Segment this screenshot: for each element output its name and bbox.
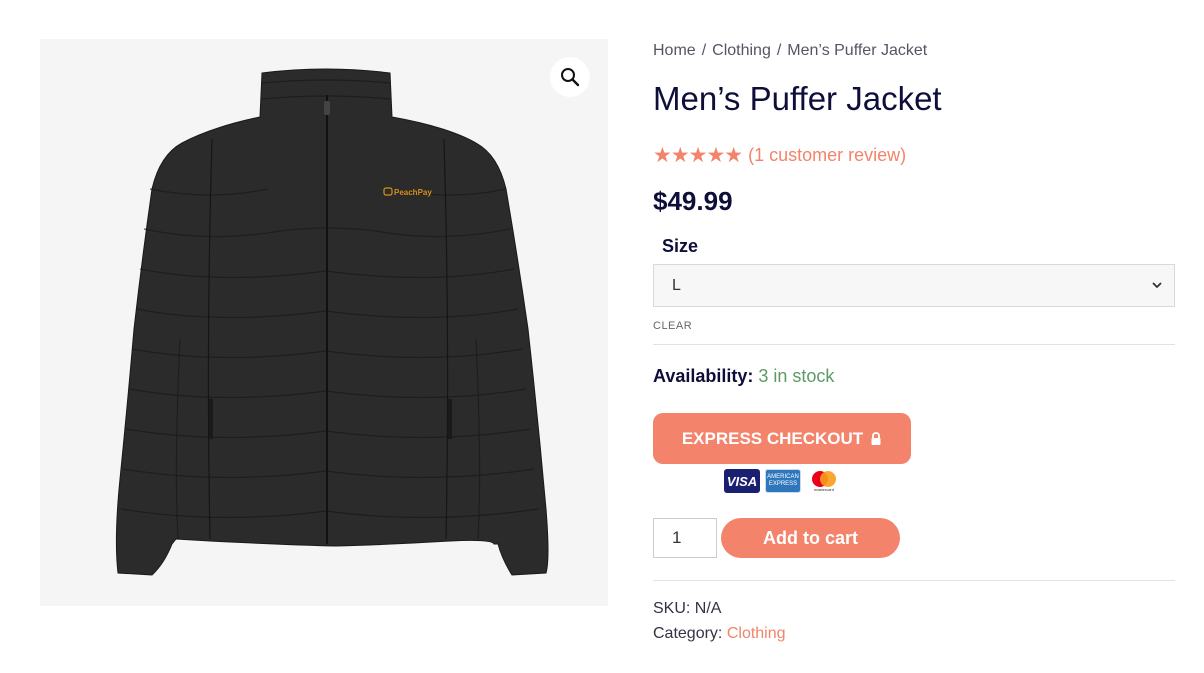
product-category: Category: Clothing — [653, 625, 786, 643]
chevron-down-icon — [1152, 282, 1162, 289]
divider — [653, 344, 1175, 345]
mastercard-icon: mastercard — [806, 469, 842, 493]
sku-value: N/A — [694, 600, 722, 617]
size-select[interactable]: L — [653, 264, 1175, 307]
product-gallery: PeachPay — [40, 39, 608, 606]
product-title: Men’s Puffer Jacket — [653, 80, 942, 117]
quantity-value: 1 — [672, 528, 682, 547]
size-selected-value: L — [672, 276, 681, 294]
sku-label: SKU: — [653, 600, 691, 617]
availability-label: Availability: — [653, 366, 754, 386]
review-link[interactable]: (1 customer review) — [748, 145, 906, 166]
breadcrumb-current: Men’s Puffer Jacket — [787, 42, 928, 59]
breadcrumb-clothing[interactable]: Clothing — [712, 42, 771, 59]
clear-variation-link[interactable]: CLEAR — [653, 320, 692, 332]
star-rating-icon: ★★★★★ — [653, 144, 743, 167]
quantity-input[interactable]: 1 — [653, 518, 717, 558]
magnifier-icon — [561, 68, 580, 87]
express-checkout-label: EXPRESS CHECKOUT — [681, 428, 864, 448]
amex-card-icon: AMERICAN EXPRESS — [765, 469, 801, 493]
product-image[interactable]: PeachPay — [40, 39, 608, 606]
breadcrumb-home[interactable]: Home — [653, 42, 696, 59]
stock-status: 3 in stock — [758, 366, 835, 386]
breadcrumb: Home / Clothing / Men’s Puffer Jacket — [653, 42, 927, 60]
visa-card-icon: VISA — [724, 469, 760, 493]
zoom-button[interactable] — [550, 57, 590, 97]
lock-icon — [871, 431, 881, 445]
category-label: Category: — [653, 625, 723, 642]
divider — [653, 580, 1175, 581]
size-label: Size — [662, 236, 699, 256]
product-sku: SKU: N/A — [653, 600, 721, 618]
breadcrumb-separator: / — [776, 42, 782, 59]
payment-cards: VISA AMERICAN EXPRESS mastercard — [724, 469, 842, 493]
product-price: $49.99 — [653, 186, 733, 216]
svg-text:PeachPay: PeachPay — [394, 188, 432, 197]
availability: Availability: 3 in stock — [653, 366, 834, 387]
add-to-cart-button[interactable]: Add to cart — [721, 518, 900, 558]
breadcrumb-separator: / — [701, 42, 707, 59]
express-checkout-button[interactable]: EXPRESS CHECKOUT — [653, 413, 911, 464]
category-link[interactable]: Clothing — [727, 625, 786, 642]
svg-text:mastercard: mastercard — [814, 487, 834, 492]
product-rating: ★★★★★ (1 customer review) — [653, 143, 906, 168]
